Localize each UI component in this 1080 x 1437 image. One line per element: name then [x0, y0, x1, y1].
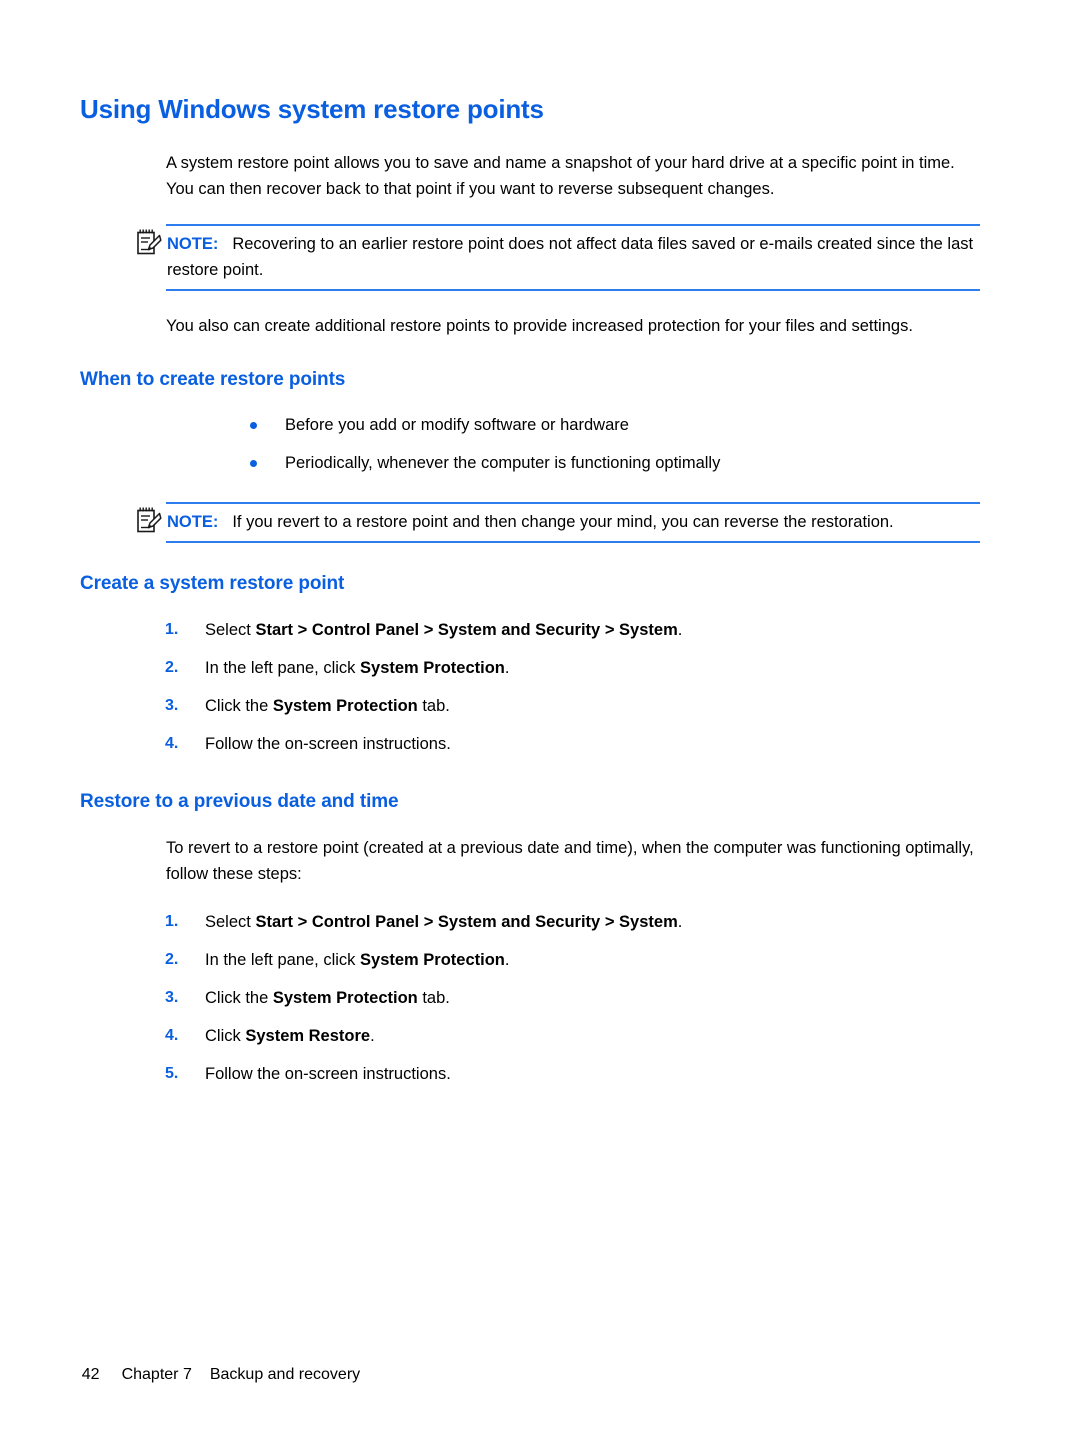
note-text-wrapper: NOTE: If you revert to a restore point an…	[166, 509, 980, 535]
note-rule-box: NOTE: If you revert to a restore point an…	[166, 502, 980, 544]
note-block-2: NOTE: If you revert to a restore point an…	[80, 502, 980, 544]
step-number: 3.	[165, 697, 179, 715]
note-pencil-icon	[136, 506, 162, 534]
step-text: In the left pane, click System Protectio…	[205, 951, 510, 970]
page-footer: 42 Chapter 7 Backup and recovery	[64, 1348, 360, 1402]
list-item: 5. Follow the on-screen instructions.	[80, 1061, 980, 1087]
step-number: 3.	[165, 989, 179, 1007]
note-label: NOTE:	[167, 234, 219, 253]
document-page: Using Windows system restore points A sy…	[0, 0, 1080, 1437]
when-to-create-bullet-list: Before you add or modify software or har…	[80, 412, 980, 476]
note-text-wrapper: NOTE: Recovering to an earlier restore po…	[166, 231, 980, 283]
list-item: 2. In the left pane, click System Protec…	[80, 655, 980, 681]
step-text: Follow the on-screen instructions.	[205, 1065, 451, 1084]
note-text: If you revert to a restore point and the…	[232, 513, 894, 532]
list-item: Periodically, whenever the computer is f…	[80, 450, 980, 476]
list-item: 2. In the left pane, click System Protec…	[80, 947, 980, 973]
list-item-label: Before you add or modify software or har…	[285, 416, 629, 435]
step-text: Click the System Protection tab.	[205, 989, 450, 1008]
list-item: 3. Click the System Protection tab.	[80, 693, 980, 719]
bullet-dot-icon	[250, 460, 257, 468]
second-paragraph: You also can create additional restore p…	[166, 316, 913, 335]
create-restore-point-step-list: 1. Select Start > Control Panel > System…	[80, 617, 980, 757]
note-pencil-icon	[136, 228, 162, 256]
list-item: 4. Click System Restore.	[80, 1023, 980, 1049]
restore-previous-paragraph: To revert to a restore point (created at…	[166, 839, 974, 884]
section-heading-when-to-create: When to create restore points	[80, 368, 346, 390]
list-item-label: Periodically, whenever the computer is f…	[285, 454, 721, 473]
step-number: 4.	[165, 1027, 179, 1045]
step-number: 5.	[165, 1065, 179, 1083]
note-label: NOTE:	[167, 513, 219, 532]
list-item: 3. Click the System Protection tab.	[80, 985, 980, 1011]
step-number: 4.	[165, 735, 179, 753]
section-heading-restore-previous: Restore to a previous date and time	[80, 791, 399, 813]
step-text: Click System Restore.	[205, 1027, 375, 1046]
step-text: Select Start > Control Panel > System an…	[205, 913, 683, 932]
note-text: Recovering to an earlier restore point d…	[167, 234, 974, 279]
section-heading-create-restore-point: Create a system restore point	[80, 573, 345, 595]
note-rule-box: NOTE: Recovering to an earlier restore po…	[166, 223, 980, 291]
footer-chapter: Chapter 7	[121, 1366, 192, 1383]
footer-page-number: 42	[81, 1366, 100, 1383]
list-item: 1. Select Start > Control Panel > System…	[80, 909, 980, 935]
list-item: 4. Follow the on-screen instructions.	[80, 731, 980, 757]
intro-paragraph: A system restore point allows you to sav…	[166, 153, 955, 198]
step-number: 1.	[165, 621, 179, 639]
page-title: Using Windows system restore points	[80, 94, 544, 124]
note-block-1: NOTE: Recovering to an earlier restore po…	[80, 223, 980, 291]
step-text: In the left pane, click System Protectio…	[205, 659, 510, 678]
step-number: 2.	[165, 951, 179, 969]
step-text: Click the System Protection tab.	[205, 697, 450, 716]
step-text: Select Start > Control Panel > System an…	[205, 621, 683, 640]
list-item: Before you add or modify software or har…	[80, 412, 980, 438]
restore-previous-step-list: 1. Select Start > Control Panel > System…	[80, 909, 980, 1087]
page-content: Using Windows system restore points A sy…	[80, 95, 980, 1099]
list-item: 1. Select Start > Control Panel > System…	[80, 617, 980, 643]
bullet-dot-icon	[250, 422, 257, 430]
step-number: 2.	[165, 659, 179, 677]
footer-chapter-title: Backup and recovery	[209, 1366, 361, 1383]
step-number: 1.	[165, 913, 179, 931]
step-text: Follow the on-screen instructions.	[205, 735, 451, 754]
